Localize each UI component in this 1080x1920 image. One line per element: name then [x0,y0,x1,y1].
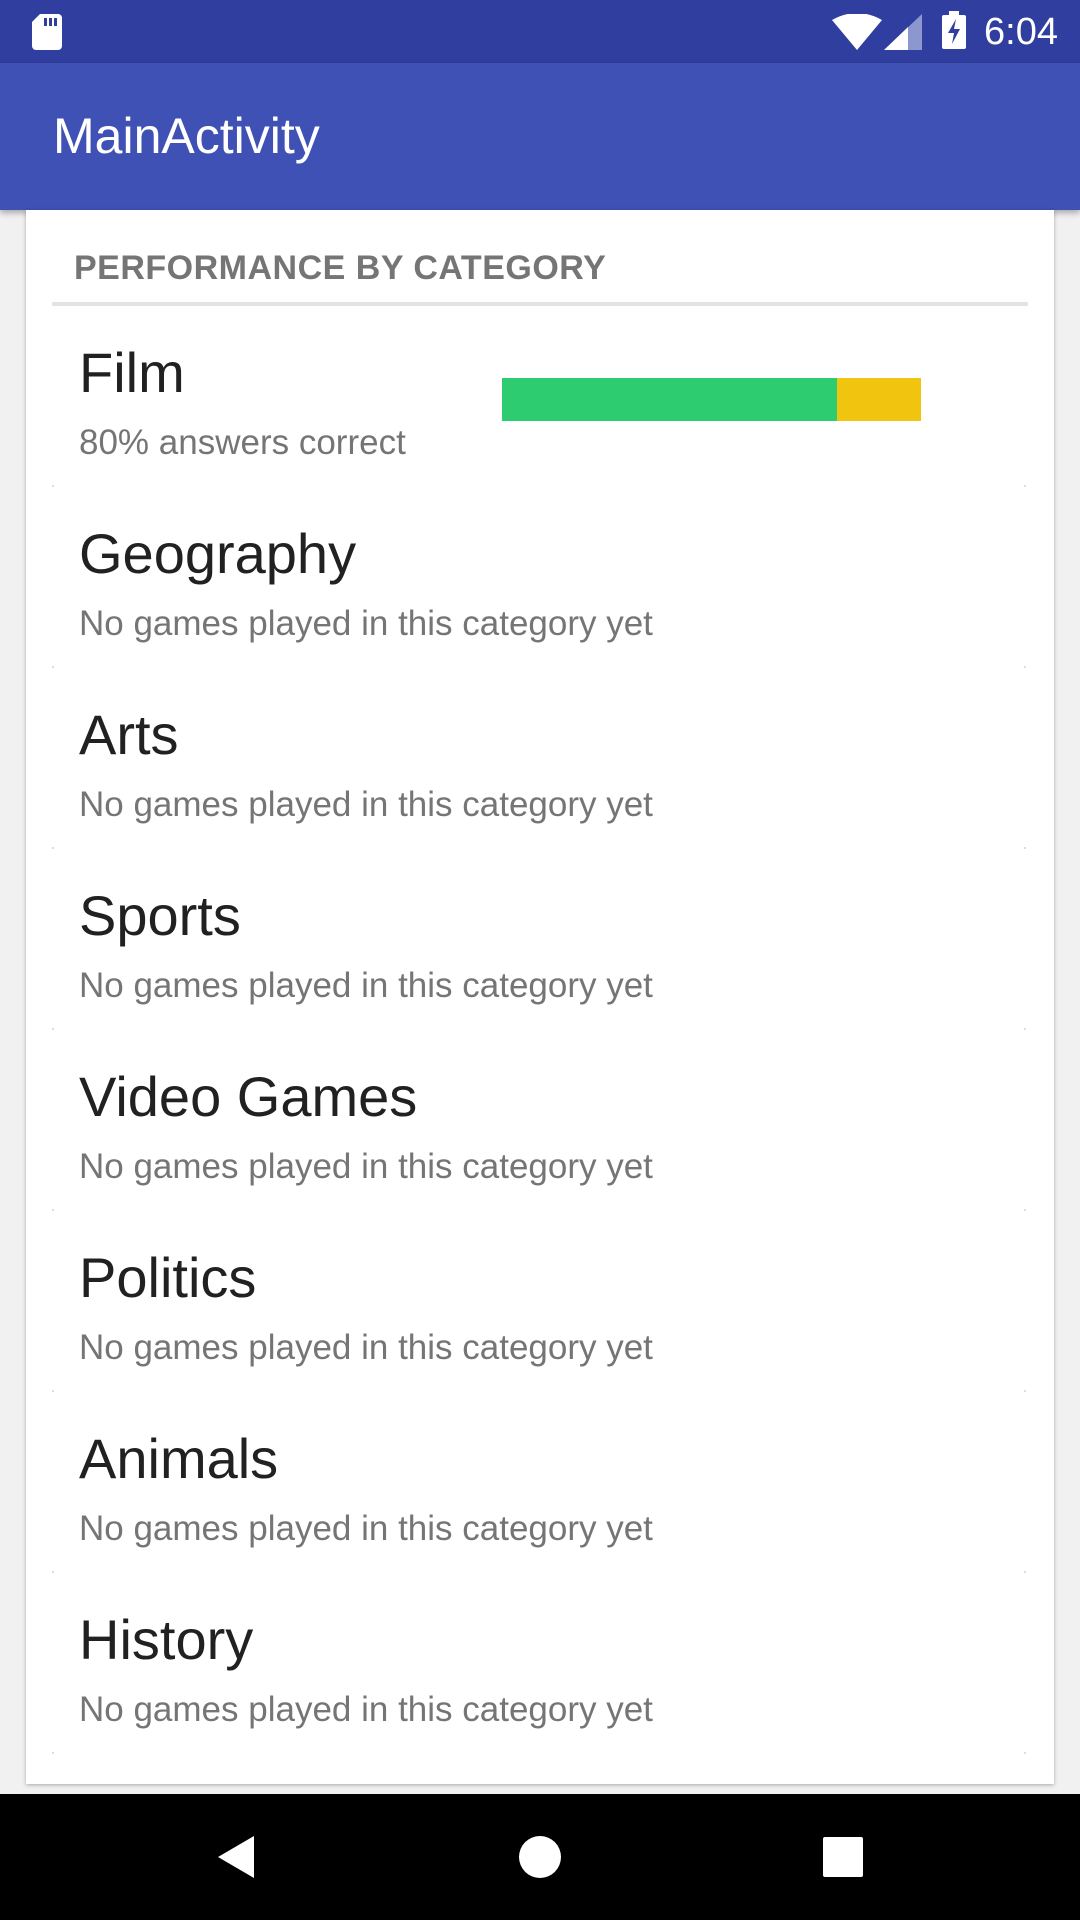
category-item-video-games[interactable]: Video Games No games played in this cate… [26,1030,1054,1211]
divider [1024,1752,1026,1754]
category-item-film[interactable]: Film 80% answers correct [26,306,1054,487]
category-list: Film 80% answers correct Geography No ga… [26,306,1054,1754]
category-subtitle: No games played in this category yet [79,1147,653,1186]
app-bar: MainActivity [0,63,1080,210]
performance-bar [502,378,921,421]
category-subtitle: No games played in this category yet [79,1509,653,1548]
battery-charging-icon [942,11,966,49]
performance-bar-correct [502,378,838,421]
category-name: Geography [79,522,357,585]
status-time: 6:04 [984,11,1058,53]
cell-signal-icon [884,14,922,50]
category-item-geography[interactable]: Geography No games played in this catego… [26,487,1054,668]
card-header: PERFORMANCE BY CATEGORY [74,249,607,287]
category-item-history[interactable]: History No games played in this category… [26,1573,1054,1754]
performance-card: PERFORMANCE BY CATEGORY Film 80% answers… [26,210,1054,1784]
category-name: Arts [79,703,179,766]
category-subtitle: No games played in this category yet [79,604,653,643]
wifi-icon [832,14,882,50]
category-subtitle: 80% answers correct [79,423,406,462]
category-item-politics[interactable]: Politics No games played in this categor… [26,1211,1054,1392]
category-subtitle: No games played in this category yet [79,1328,653,1367]
sd-card-icon [32,14,62,50]
category-name: Animals [79,1427,279,1490]
category-name: Video Games [79,1065,418,1128]
recents-icon[interactable] [818,1832,868,1882]
category-name: Sports [79,884,241,947]
category-item-sports[interactable]: Sports No games played in this category … [26,849,1054,1030]
category-subtitle: No games played in this category yet [79,1690,653,1729]
category-name: Film [79,341,185,404]
category-item-arts[interactable]: Arts No games played in this category ye… [26,668,1054,849]
category-name: History [79,1608,254,1671]
category-subtitle: No games played in this category yet [79,966,653,1005]
category-item-animals[interactable]: Animals No games played in this category… [26,1392,1054,1573]
navigation-bar [0,1794,1080,1920]
back-icon[interactable] [214,1832,264,1882]
app-title: MainActivity [53,108,320,164]
category-name: Politics [79,1246,257,1309]
home-icon[interactable] [515,1832,565,1882]
category-subtitle: No games played in this category yet [79,785,653,824]
status-bar: 6:04 [0,0,1080,63]
divider [52,1752,54,1754]
